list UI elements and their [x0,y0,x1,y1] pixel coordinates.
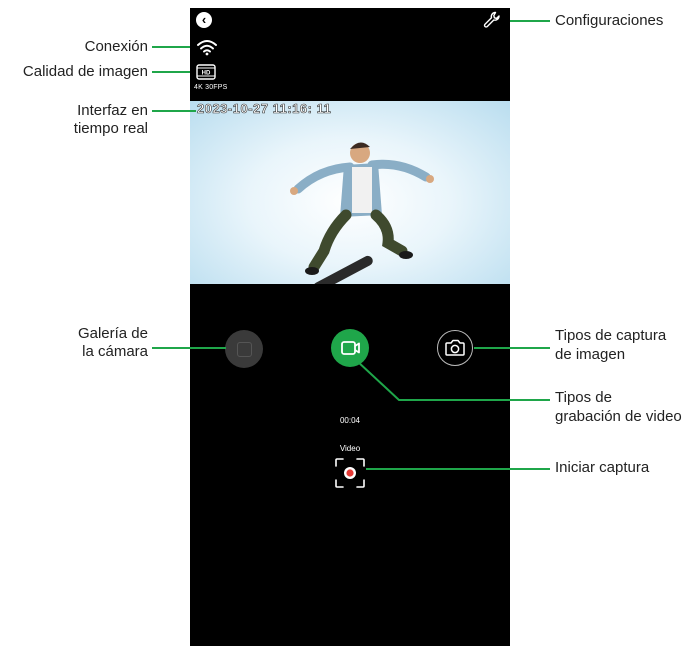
back-button[interactable]: ‹ [196,12,212,28]
leader-line-calidad [152,71,190,73]
label-galeria-line2: la cámara [82,343,148,360]
camera-app-screen: ‹ HD 4K 30FPS 2023-10-27 11:16: 11 00:04… [190,8,510,646]
leader-line-conexion [152,46,190,48]
recording-timer: 00:04 [339,416,361,425]
label-conexion: Conexión [84,38,148,55]
gallery-icon [237,342,252,357]
mode-label: Video [339,444,361,453]
label-iniciar: Iniciar captura [555,459,650,476]
leader-line-iniciar [366,468,550,470]
hd-film-icon: HD [196,64,216,80]
leader-line-tipos-captura [474,347,550,349]
label-tipos-grabacion-line2: grabación de video [555,408,682,425]
label-tipos-grabacion-line1: Tipos de [555,389,612,406]
leader-line-configuraciones [510,20,550,22]
live-view: 2023-10-27 11:16: 11 [190,101,510,284]
label-interfaz-line1: Interfaz en [77,102,148,119]
gallery-button[interactable] [225,330,263,368]
label-galeria-line1: Galería de [77,325,148,342]
label-calidad: Calidad de imagen [22,63,148,80]
label-tipos-captura-line2: de imagen [555,346,626,363]
leader-line-galeria [152,347,226,349]
leader-line-tipos-grabacion [356,360,550,401]
skateboarder-image [290,142,434,284]
label-interfaz-line2: tiempo real [73,120,148,137]
wifi-icon [197,40,217,56]
timestamp: 2023-10-27 11:16: 11 [197,101,332,116]
label-configuraciones: Configuraciones [555,12,664,29]
wrench-icon[interactable] [482,10,502,30]
label-tipos-captura-line1: Tipos de captura [555,327,667,344]
leader-line-interfaz [152,110,196,112]
hd-badge: HD [202,71,211,77]
chevron-left-icon: ‹ [201,12,207,27]
record-icon[interactable] [334,457,366,489]
resolution-label: 4K 30FPS [194,84,228,91]
